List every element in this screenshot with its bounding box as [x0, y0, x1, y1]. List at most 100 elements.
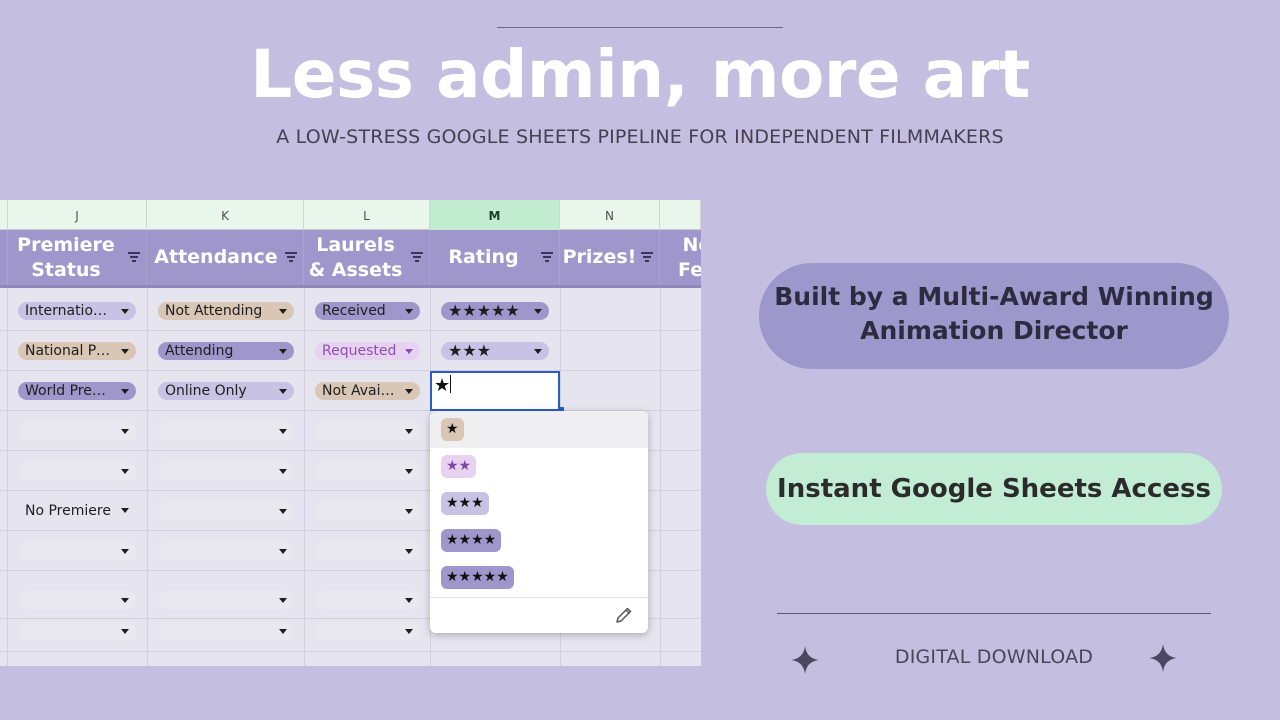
dropdown-arrow-icon — [279, 549, 287, 554]
attendance-chip[interactable]: Not Attending — [158, 302, 294, 320]
attendance-chip[interactable]: Online Only — [158, 382, 294, 400]
header-laurels-line1: Laurels — [316, 233, 395, 256]
laurels-chip[interactable]: Received — [315, 302, 420, 320]
premiere-status-chip[interactable] — [18, 422, 136, 440]
attendance-chip[interactable] — [158, 622, 294, 640]
text-caret — [450, 375, 452, 393]
dropdown-arrow-icon — [279, 509, 287, 514]
access-badge: Instant Google Sheets Access — [766, 453, 1222, 525]
filter-icon[interactable] — [285, 252, 297, 262]
header-attendance[interactable]: Attendance — [147, 230, 304, 285]
cell-label: No Premiere — [25, 503, 111, 519]
header-row: Premiere Status Attendance Laurels & Asset… — [0, 230, 701, 288]
chip-label: Online Only — [165, 383, 247, 399]
option-chip: ★★★★ — [441, 529, 502, 552]
dropdown-option[interactable]: ★★★ — [430, 485, 648, 522]
laurels-chip[interactable] — [315, 591, 420, 609]
filter-icon[interactable] — [541, 252, 553, 262]
header-premiere-line2: Status — [31, 258, 101, 281]
pencil-icon[interactable] — [614, 605, 634, 625]
dropdown-arrow-icon — [121, 469, 129, 474]
option-chip: ★★★ — [441, 492, 489, 515]
rating-edit-cell[interactable]: ★ — [430, 371, 560, 411]
attendance-chip[interactable] — [158, 502, 294, 520]
chip-label: Attending — [165, 343, 234, 359]
rating-chip[interactable]: ★★★ — [441, 342, 549, 360]
dropdown-arrow-icon — [279, 389, 287, 394]
header-premiere-status[interactable]: Premiere Status — [8, 230, 147, 285]
premiere-status-chip[interactable] — [18, 591, 136, 609]
premiere-status-chip[interactable]: International Premiere — [18, 302, 136, 320]
dropdown-arrow-icon — [279, 349, 287, 354]
laurels-chip[interactable]: Not Available — [315, 382, 420, 400]
column-letter-n[interactable]: N — [560, 200, 660, 230]
column-letter-m[interactable]: M — [430, 200, 560, 230]
filter-icon[interactable] — [128, 252, 140, 262]
rating-dropdown-menu: ★ ★★ ★★★ ★★★★ ★★★★★ — [430, 411, 648, 633]
option-chip: ★ — [441, 418, 464, 441]
attendance-chip[interactable]: Attending — [158, 342, 294, 360]
sparkle-icon — [1149, 644, 1177, 672]
dropdown-arrow-icon — [121, 389, 129, 394]
column-letter-k[interactable]: K — [147, 200, 304, 230]
chip-label: National Premiere — [25, 343, 136, 359]
laurels-chip[interactable] — [315, 542, 420, 560]
laurels-chip[interactable] — [315, 622, 420, 640]
laurels-chip[interactable] — [315, 502, 420, 520]
header-rating[interactable]: Rating — [430, 230, 560, 285]
dropdown-arrow-icon — [279, 598, 287, 603]
laurels-chip[interactable] — [315, 462, 420, 480]
chip-label: World Premiere — [25, 383, 133, 399]
filter-icon[interactable] — [411, 252, 423, 262]
dropdown-arrow-icon — [121, 629, 129, 634]
header-prizes-label: Prizes! — [562, 246, 637, 268]
header-notes[interactable]: NoFee — [660, 230, 701, 285]
dropdown-option[interactable]: ★★★★ — [430, 522, 648, 559]
header-attendance-label: Attendance — [154, 246, 278, 268]
dropdown-option[interactable]: ★★ — [430, 448, 648, 485]
dropdown-arrow-icon — [279, 429, 287, 434]
dropdown-arrow-icon — [405, 389, 413, 394]
dropdown-option[interactable]: ★★★★★ — [430, 559, 648, 596]
chip-label: International Premiere — [25, 303, 136, 319]
premiere-status-chip[interactable]: World Premiere — [18, 382, 136, 400]
column-letter-j[interactable]: J — [8, 200, 147, 230]
column-letter-l[interactable]: L — [304, 200, 430, 230]
top-divider — [497, 27, 783, 28]
dropdown-arrow-icon — [279, 309, 287, 314]
header-notes-line1: No — [682, 233, 702, 256]
chip-label: Not Attending — [165, 303, 263, 319]
attendance-chip[interactable] — [158, 462, 294, 480]
dropdown-arrow-icon — [405, 629, 413, 634]
dropdown-arrow-icon — [405, 349, 413, 354]
premiere-status-chip[interactable] — [18, 542, 136, 560]
dropdown-arrow-icon — [279, 629, 287, 634]
attendance-chip[interactable] — [158, 422, 294, 440]
dropdown-arrow-icon — [121, 598, 129, 603]
edit-value: ★ — [434, 375, 451, 396]
dropdown-option[interactable]: ★ — [430, 411, 648, 448]
dropdown-arrow-icon — [120, 508, 129, 513]
header-laurels-assets[interactable]: Laurels & Assets — [304, 230, 430, 285]
dropdown-arrow-icon — [279, 469, 287, 474]
header-premiere-line1: Premiere — [17, 233, 115, 256]
premiere-status-chip[interactable] — [18, 462, 136, 480]
dropdown-arrow-icon — [121, 349, 129, 354]
dropdown-arrow-icon — [405, 549, 413, 554]
option-chip: ★★★★★ — [441, 566, 514, 589]
digital-download-label: DIGITAL DOWNLOAD — [894, 646, 1094, 668]
attendance-chip[interactable] — [158, 542, 294, 560]
laurels-chip[interactable]: Requested — [315, 342, 420, 360]
laurels-chip[interactable] — [315, 422, 420, 440]
filter-icon[interactable] — [641, 252, 653, 262]
premiere-status-chip[interactable] — [18, 622, 136, 640]
column-letter-row: J K L M N — [0, 200, 701, 230]
attendance-chip[interactable] — [158, 591, 294, 609]
dropdown-arrow-icon — [405, 429, 413, 434]
rating-chip[interactable]: ★★★★★ — [441, 302, 549, 320]
dropdown-arrow-icon — [405, 309, 413, 314]
premiere-status-cell[interactable]: No Premiere — [25, 502, 129, 520]
premiere-status-chip[interactable]: National Premiere — [18, 342, 136, 360]
page-title: Less admin, more art — [250, 36, 1030, 113]
header-prizes[interactable]: Prizes! — [560, 230, 660, 285]
